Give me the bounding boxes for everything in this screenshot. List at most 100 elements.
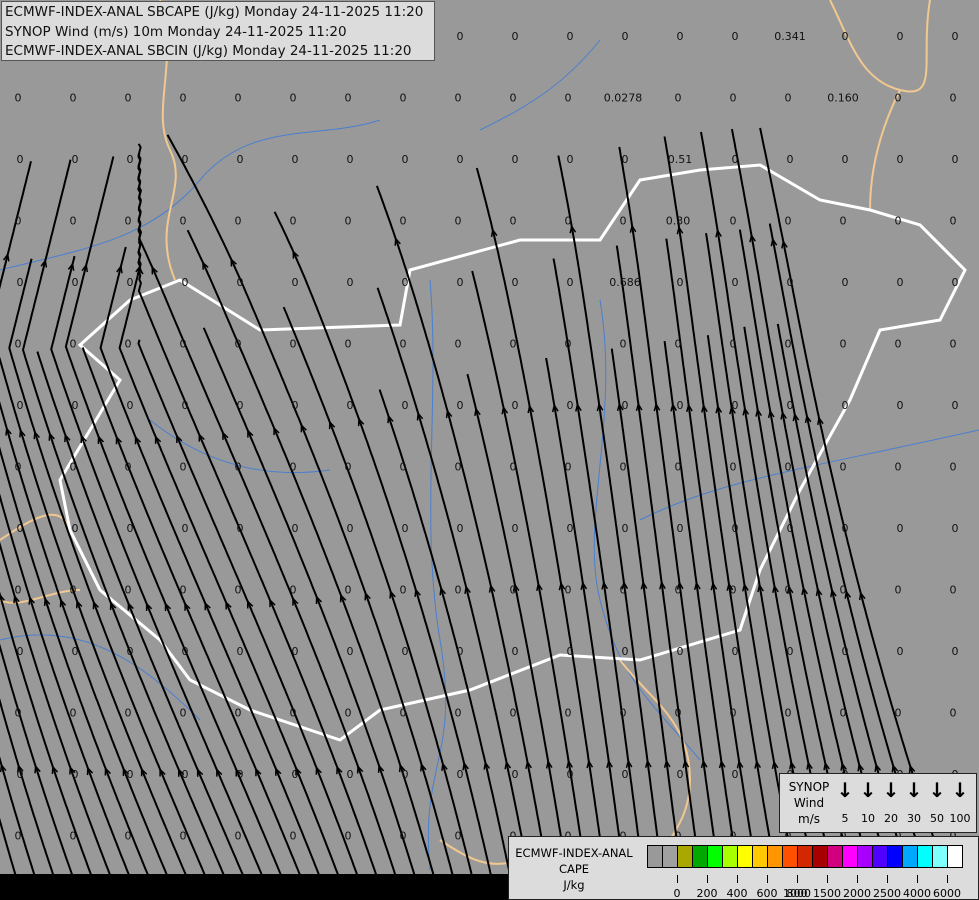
sbcin-value: 0 [400,215,407,228]
sbcin-value: 0 [182,153,189,166]
sbcin-value: 0 [675,707,682,720]
sbcin-value: 0 [677,30,684,43]
sbcin-value: 0 [235,707,242,720]
sbcin-value: 0 [180,338,187,351]
sbcin-value: 0 [70,215,77,228]
sbcin-value: 0 [675,338,682,351]
sbcin-value: 0 [457,30,464,43]
sbcin-value: 0 [840,461,847,474]
sbcin-value: 0 [127,276,134,289]
cape-color-swatch [783,846,798,867]
sbcin-value: 0 [565,707,572,720]
sbcin-value: 0 [180,92,187,105]
wind-speed-label: 50 [930,812,944,825]
sbcin-value: 0 [182,276,189,289]
sbcin-value: 0 [510,215,517,228]
sbcin-value: 0 [237,276,244,289]
sbcin-value: 0 [17,522,24,535]
tick-mark [677,875,678,883]
cape-color-swatch [768,846,783,867]
sbcin-value: 0.341 [774,30,806,43]
sbcin-value: 0 [842,645,849,658]
sbcin-value: 0 [512,645,519,658]
sbcin-value: 0.51 [668,153,693,166]
sbcin-value: 0 [347,522,354,535]
cape-color-swatch [843,846,858,867]
sbcin-value: 0 [565,92,572,105]
sbcin-value: 0 [347,399,354,412]
sbcin-value: 0 [842,30,849,43]
arrow-down-icon: ↓ [951,778,969,802]
cape-color-swatch [648,846,663,867]
sbcin-value: 0 [455,338,462,351]
sbcin-value: 0 [290,338,297,351]
tick-mark [887,875,888,883]
sbcin-value: 0 [840,707,847,720]
sbcin-value: 0 [510,584,517,597]
sbcin-value: 0 [15,338,22,351]
sbcin-value: 0 [677,645,684,658]
sbcin-value: 0 [402,276,409,289]
sbcin-value: 0 [895,707,902,720]
sbcin-value: 0 [675,92,682,105]
arrow-down-icon: ↓ [836,778,854,802]
sbcin-value: 0 [15,707,22,720]
sbcin-value: 0 [235,215,242,228]
sbcin-value: 0 [677,399,684,412]
sbcin-value: 0 [17,153,24,166]
sbcin-value: 0 [622,645,629,658]
sbcin-value: 0 [567,645,574,658]
sbcin-value: 0 [72,153,79,166]
sbcin-value: 0 [125,92,132,105]
sbcin-value: 0 [840,215,847,228]
sbcin-value: 0 [125,830,132,843]
sbcin-value: 0 [897,645,904,658]
sbcin-value: 0 [732,30,739,43]
sbcin-value: 0 [622,30,629,43]
sbcin-value: 0 [237,768,244,781]
tick-mark [827,875,828,883]
cape-color-swatch [693,846,708,867]
sbcin-value: 0 [732,276,739,289]
sbcin-value: 0 [127,399,134,412]
sbcin-value: 0 [292,768,299,781]
sbcin-value: 0 [622,522,629,535]
sbcin-value: 0 [677,522,684,535]
wind-legend-title-3: m/s [798,812,820,826]
sbcin-value: 0 [15,215,22,228]
sbcin-value: 0 [512,768,519,781]
sbcin-value: 0 [952,276,959,289]
sbcin-value: 0 [182,522,189,535]
sbcin-value: 0 [510,92,517,105]
sbcin-value: 0 [897,30,904,43]
sbcin-value: 0 [567,522,574,535]
sbcin-value: 0 [620,707,627,720]
sbcin-value: 0 [512,276,519,289]
sbcin-value: 0 [237,645,244,658]
cape-color-swatch [723,846,738,867]
cape-tick-label: 6000 [933,887,961,900]
cape-color-swatch [813,846,828,867]
wind-legend-item: ↓ 30 [903,780,925,825]
sbcin-value: 0 [180,707,187,720]
sbcin-value: 0 [565,461,572,474]
arrow-down-icon: ↓ [928,778,946,802]
sbcin-value: 0 [622,768,629,781]
sbcin-value: 0 [347,768,354,781]
cape-color-swatch [828,846,843,867]
cape-color-swatch [738,846,753,867]
wind-speed-label: 10 [861,812,875,825]
sbcin-value: 0 [677,768,684,781]
sbcin-value: 0 [785,338,792,351]
sbcin-value: 0 [70,584,77,597]
sbcin-value: 0 [70,707,77,720]
sbcin-value: 0 [620,584,627,597]
sbcin-value: 0 [950,338,957,351]
sbcin-value: 0 [840,338,847,351]
sbcin-value: 0 [622,153,629,166]
sbcin-value: 0 [125,584,132,597]
sbcin-value: 0 [457,153,464,166]
sbcin-value: 0.30 [666,215,691,228]
cape-color-swatch [858,846,873,867]
sbcin-value: 0 [567,276,574,289]
